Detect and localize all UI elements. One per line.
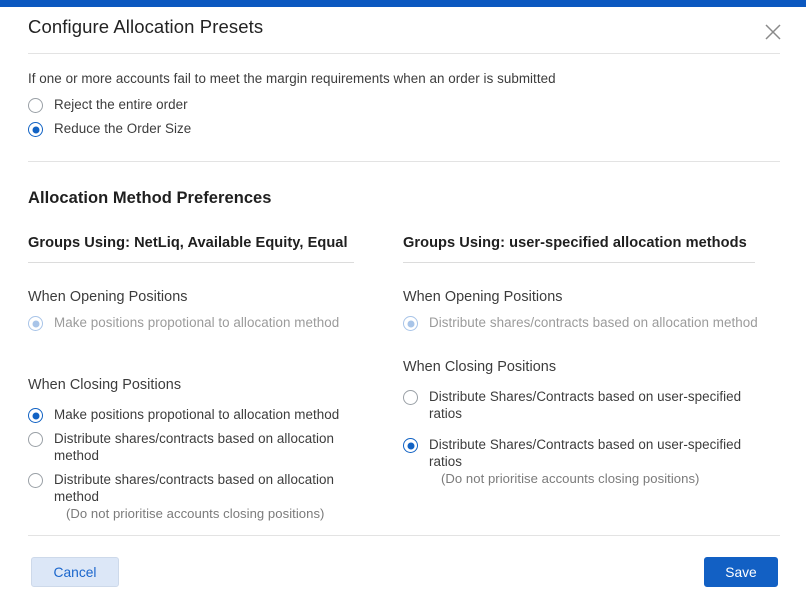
opening-positions-group-right: When Opening Positions Distribute shares… — [403, 289, 758, 331]
radio-reduce-order-size[interactable]: Reduce the Order Size — [28, 120, 780, 137]
radio-indicator — [403, 316, 418, 331]
radio-indicator — [403, 390, 418, 405]
radio-sublabel: (Do not prioritise accounts closing posi… — [441, 471, 700, 486]
radio-reject-entire-order[interactable]: Reject the entire order — [28, 96, 780, 113]
column-heading: Groups Using: NetLiq, Available Equity, … — [28, 235, 348, 251]
save-button[interactable]: Save — [704, 557, 778, 587]
radio-indicator — [28, 122, 43, 137]
radio-indicator — [28, 408, 43, 423]
radio-sublabel: (Do not prioritise accounts closing posi… — [66, 506, 325, 521]
radio-right-closing-user-ratios[interactable]: Distribute Shares/Contracts based on use… — [403, 388, 758, 422]
column-heading-rule — [403, 262, 755, 263]
group-label: When Opening Positions — [28, 289, 188, 305]
close-icon[interactable] — [760, 19, 786, 45]
radio-label: Reject the entire order — [54, 97, 188, 112]
radio-label: Reduce the Order Size — [54, 121, 192, 136]
radio-indicator — [28, 473, 43, 488]
radio-label: Distribute Shares/Contracts based on use… — [429, 437, 742, 469]
radio-label: Distribute Shares/Contracts based on use… — [429, 389, 742, 421]
margin-failure-note: If one or more accounts fail to meet the… — [28, 71, 556, 86]
closing-positions-group-left: When Closing Positions Make positions pr… — [28, 377, 358, 522]
page-title: Configure Allocation Presets — [28, 16, 264, 37]
group-label: When Closing Positions — [28, 377, 182, 393]
header-divider — [28, 53, 780, 54]
configure-allocation-presets-dialog: Configure Allocation Presets If one or m… — [0, 7, 806, 606]
radio-left-opening-proportional: Make positions propotional to allocation… — [28, 314, 358, 331]
cancel-button[interactable]: Cancel — [31, 557, 119, 587]
radio-label-wrapper: Distribute shares/contracts based on all… — [54, 471, 358, 522]
radio-label: Distribute shares/contracts based on all… — [429, 315, 758, 330]
column-heading-rule — [28, 262, 354, 263]
window-accent-bar — [0, 0, 806, 7]
closing-positions-group-right: When Closing Positions Distribute Shares… — [403, 359, 758, 487]
radio-label: Make positions propotional to allocation… — [54, 407, 340, 422]
radio-label: Distribute shares/contracts based on all… — [54, 472, 334, 504]
margin-failure-section: If one or more accounts fail to meet the… — [28, 71, 780, 144]
radio-right-opening-distribute: Distribute shares/contracts based on all… — [403, 314, 758, 331]
preferences-column-user-specified: Groups Using: user-specified allocation … — [403, 235, 758, 501]
column-heading: Groups Using: user-specified allocation … — [403, 235, 747, 251]
radio-indicator — [28, 98, 43, 113]
radio-left-closing-distribute[interactable]: Distribute shares/contracts based on all… — [28, 430, 358, 464]
radio-left-closing-proportional[interactable]: Make positions propotional to allocation… — [28, 406, 358, 423]
radio-indicator — [28, 432, 43, 447]
opening-positions-group-left: When Opening Positions Make positions pr… — [28, 289, 358, 331]
radio-indicator — [403, 438, 418, 453]
radio-indicator — [28, 316, 43, 331]
section-divider — [28, 161, 780, 162]
allocation-method-preferences-title: Allocation Method Preferences — [28, 189, 272, 207]
group-label: When Closing Positions — [403, 359, 557, 375]
preferences-column-netliq: Groups Using: NetLiq, Available Equity, … — [28, 235, 358, 529]
dialog-header: Configure Allocation Presets — [0, 7, 806, 53]
radio-label: Distribute shares/contracts based on all… — [54, 431, 334, 463]
group-label: When Opening Positions — [403, 289, 563, 305]
radio-label-wrapper: Distribute Shares/Contracts based on use… — [429, 436, 758, 487]
radio-left-closing-distribute-no-priority[interactable]: Distribute shares/contracts based on all… — [28, 471, 358, 522]
radio-right-closing-user-ratios-no-priority[interactable]: Distribute Shares/Contracts based on use… — [403, 436, 758, 487]
radio-label: Make positions propotional to allocation… — [54, 315, 340, 330]
footer-divider — [28, 535, 780, 536]
